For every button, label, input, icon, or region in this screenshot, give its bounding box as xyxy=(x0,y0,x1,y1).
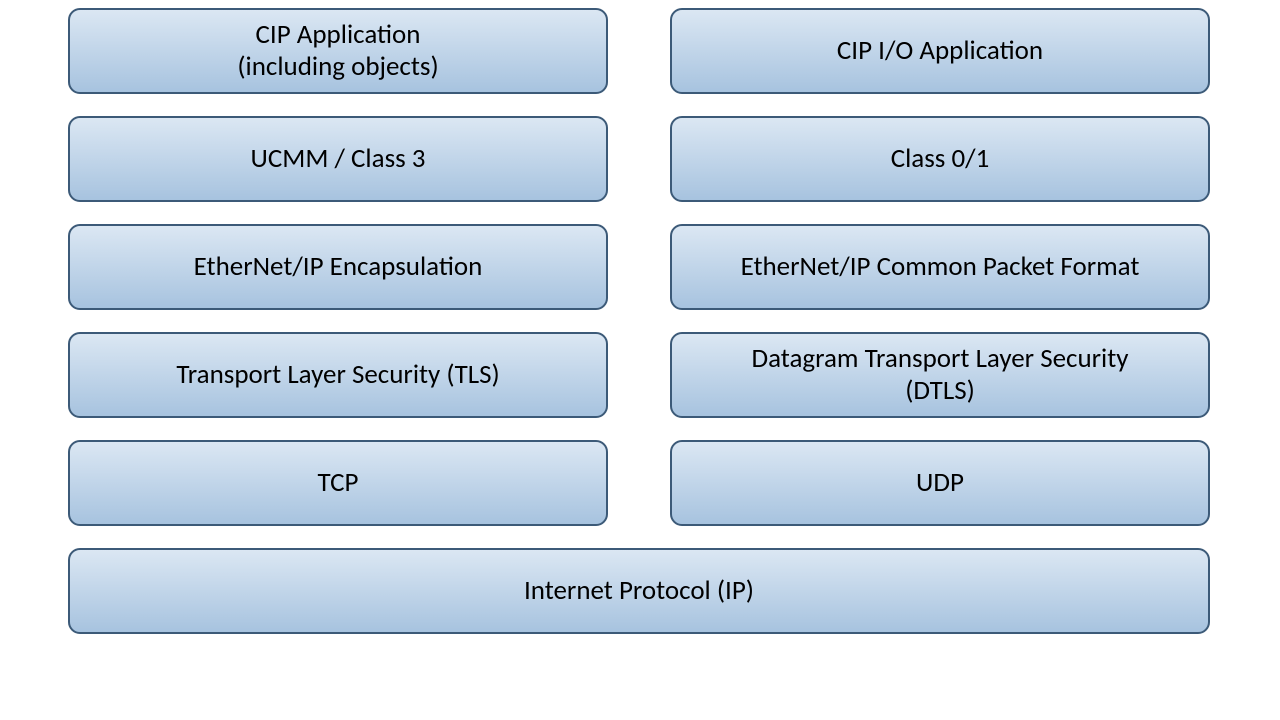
box-ethernetip-common-packet-format: EtherNet/IP Common Packet Format xyxy=(670,224,1210,310)
label-ethernetip-encapsulation: EtherNet/IP Encapsulation xyxy=(194,251,483,283)
protocol-stack-diagram: CIP Application (including objects) CIP … xyxy=(0,0,1280,720)
label-internet-protocol: Internet Protocol (IP) xyxy=(524,575,754,607)
box-dtls: Datagram Transport Layer Security (DTLS) xyxy=(670,332,1210,418)
label-cip-io-application: CIP I/O Application xyxy=(837,35,1043,67)
label-dtls-line2: (DTLS) xyxy=(905,374,975,407)
label-ucmm-class3: UCMM / Class 3 xyxy=(251,143,426,175)
label-class-0-1: Class 0/1 xyxy=(891,143,990,175)
box-internet-protocol: Internet Protocol (IP) xyxy=(68,548,1210,634)
box-udp: UDP xyxy=(670,440,1210,526)
label-dtls: Datagram Transport Layer Security (DTLS) xyxy=(751,343,1128,408)
label-cip-application-line2: (including objects) xyxy=(237,50,438,83)
box-cip-io-application: CIP I/O Application xyxy=(670,8,1210,94)
label-tcp: TCP xyxy=(318,467,359,499)
label-cip-application-line1: CIP Application xyxy=(256,18,421,51)
box-ethernetip-encapsulation: EtherNet/IP Encapsulation xyxy=(68,224,608,310)
box-class-0-1: Class 0/1 xyxy=(670,116,1210,202)
label-ethernetip-common-packet-format: EtherNet/IP Common Packet Format xyxy=(741,251,1140,283)
label-dtls-line1: Datagram Transport Layer Security xyxy=(751,342,1128,375)
label-cip-application: CIP Application (including objects) xyxy=(237,19,438,84)
box-tcp: TCP xyxy=(68,440,608,526)
label-udp: UDP xyxy=(916,467,964,499)
box-cip-application: CIP Application (including objects) xyxy=(68,8,608,94)
box-tls: Transport Layer Security (TLS) xyxy=(68,332,608,418)
label-tls: Transport Layer Security (TLS) xyxy=(176,359,499,391)
box-ucmm-class3: UCMM / Class 3 xyxy=(68,116,608,202)
